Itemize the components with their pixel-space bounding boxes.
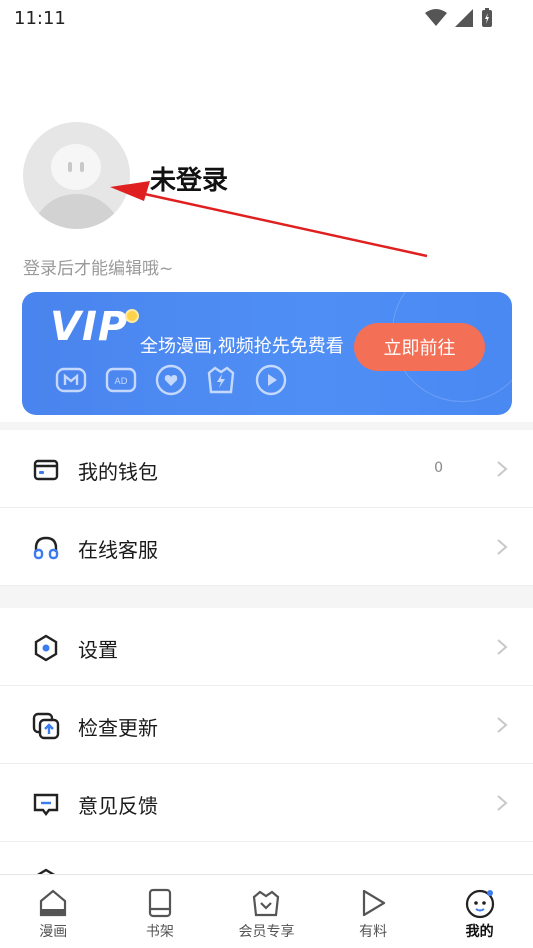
nav-tab-feed[interactable]: 有料 [320,875,427,948]
video-benefit-icon [255,364,287,396]
menu-item-wallet[interactable]: 我的钱包 0 [0,430,533,508]
nav-label-manga: 漫画 [39,924,68,940]
menu-label-support: 在线客服 [78,538,158,562]
nav-label-vip: 会员专享 [238,924,295,940]
chevron-right-icon [497,717,508,733]
bottom-nav: 漫画 书架 会员专享 有料 我的 [0,874,533,948]
home-icon [40,889,67,917]
nav-tab-manga[interactable]: 漫画 [0,875,107,948]
section-divider [0,422,533,430]
chevron-right-icon [497,795,508,811]
feedback-icon [33,793,59,816]
menu-label-wallet: 我的钱包 [78,460,158,484]
profile-face-icon [465,889,494,919]
nav-label-mine: 我的 [465,924,494,940]
wallet-balance: 0 [434,460,443,476]
menu-item-feedback[interactable]: 意见反馈 [0,764,533,842]
headset-icon [33,536,59,560]
crown-icon [253,890,280,917]
menu-label-check-update: 检查更新 [78,716,158,740]
heart-benefit-icon [155,364,187,396]
menu-item-settings[interactable]: 设置 [0,608,533,686]
nav-label-feed: 有料 [359,924,388,940]
manga-benefit-icon [55,367,87,393]
vip-benefit-icons: AD [54,363,288,397]
vip-banner[interactable]: VIP 全场漫画,视频抢先免费看 立即前往 AD [22,292,512,415]
nav-label-bookshelf: 书架 [145,924,174,940]
menu-item-support[interactable]: 在线客服 [0,508,533,586]
menu-label-settings: 设置 [78,638,118,662]
wallet-icon [33,459,59,481]
ad-free-icon: AD [105,367,137,393]
update-icon [32,712,60,740]
chevron-right-icon [497,539,508,555]
vip-promo-text: 全场漫画,视频抢先免费看 [140,336,344,357]
bookshelf-icon [148,888,171,918]
nav-tab-mine[interactable]: 我的 [426,875,533,948]
annotation-arrow [110,181,428,258]
nav-tab-bookshelf[interactable]: 书架 [107,875,214,948]
vip-cta-button[interactable]: 立即前往 [354,323,485,371]
vip-logo: VIP [50,304,129,350]
menu-item-check-update[interactable]: 检查更新 [0,686,533,764]
section-divider [0,586,533,608]
menu-label-feedback: 意见反馈 [78,794,158,818]
play-icon [362,889,386,917]
nav-tab-vip[interactable]: 会员专享 [213,875,320,948]
chevron-right-icon [497,639,508,655]
chevron-right-icon [497,461,508,477]
svg-text:AD: AD [114,377,127,387]
settings-hexagon-icon [34,634,58,662]
vip-badge-icon [125,309,139,323]
lightning-benefit-icon [207,366,235,394]
